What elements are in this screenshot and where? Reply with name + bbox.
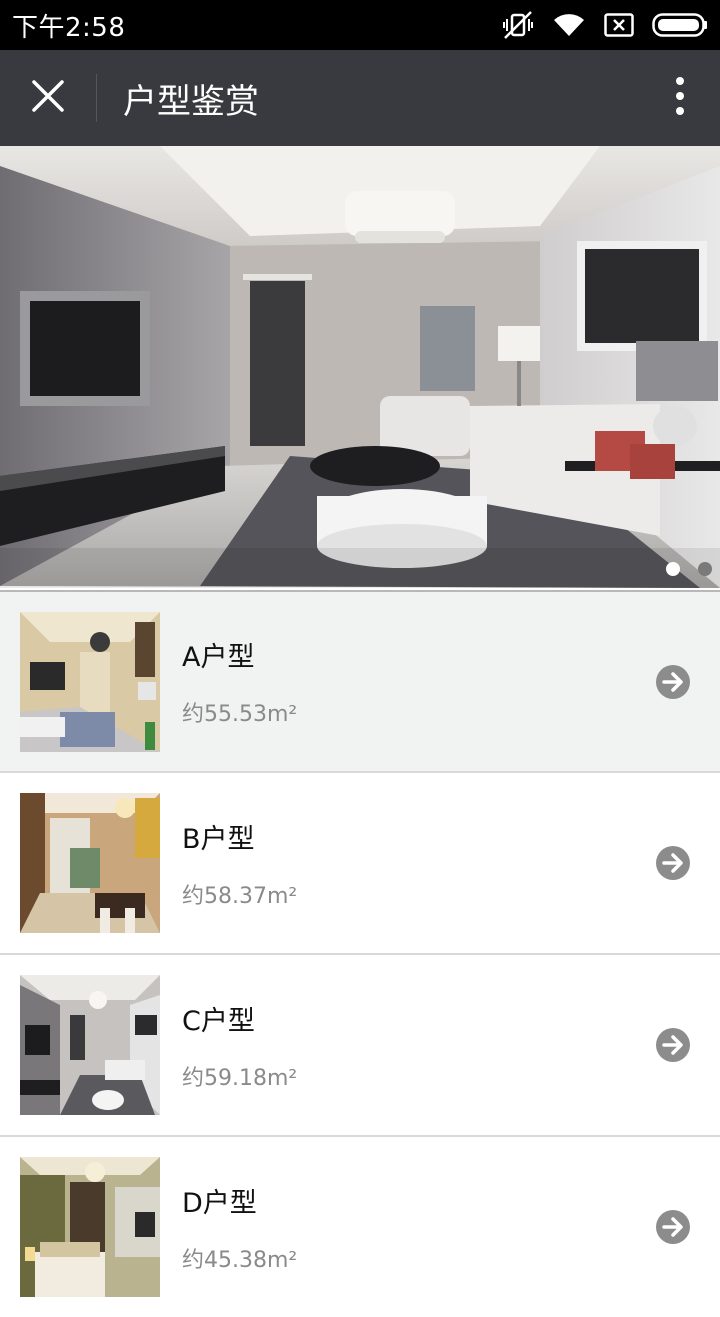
mute-vibrate-icon: [502, 10, 534, 40]
close-icon: [31, 79, 65, 117]
close-button[interactable]: [0, 50, 96, 146]
unit-area: 约45.38m²: [182, 1247, 298, 1273]
battery-icon: [652, 13, 708, 37]
unit-name: A户型: [182, 642, 255, 673]
wifi-icon: [552, 12, 586, 38]
arrow-right-circle-icon[interactable]: [655, 1027, 691, 1063]
unit-area: 约55.53m²: [182, 702, 298, 727]
title-bar: 户型鉴赏: [0, 50, 720, 146]
unit-d-thumbnail: [20, 1157, 160, 1297]
arrow-right-circle-icon[interactable]: [655, 664, 691, 700]
more-button[interactable]: [640, 50, 720, 146]
arrow-right-circle-icon[interactable]: [655, 845, 691, 881]
list-item-unit-d[interactable]: D户型 约45.38m²: [0, 1135, 720, 1317]
status-time: 下午2:58: [12, 12, 126, 43]
unit-area: 约59.18m²: [182, 1065, 298, 1091]
unit-list: A户型 约55.53m² B户型 约58.37m² C户型 约59.18m² D…: [0, 590, 720, 1317]
carousel-dot-active[interactable]: [666, 562, 680, 576]
carousel-indicator: [666, 562, 712, 576]
living-room-image: [0, 146, 720, 588]
unit-a-thumbnail: [20, 611, 160, 752]
list-item-unit-a[interactable]: A户型 约55.53m²: [0, 590, 720, 771]
status-bar: 下午2:58: [0, 0, 720, 50]
unit-c-thumbnail: [20, 975, 160, 1115]
unit-a-info: A户型 约55.53m²: [182, 635, 655, 728]
unit-name: C户型: [182, 1005, 255, 1037]
carousel-dot[interactable]: [698, 562, 712, 576]
title-divider: [96, 74, 97, 122]
hero-banner[interactable]: [0, 146, 720, 588]
unit-name: B户型: [182, 823, 255, 855]
sim-off-icon: [604, 13, 634, 37]
status-icons: [502, 10, 708, 40]
unit-name: D户型: [182, 1187, 257, 1219]
unit-d-info: D户型 约45.38m²: [182, 1181, 655, 1274]
more-vertical-icon: [675, 76, 685, 120]
page-title: 户型鉴赏: [123, 81, 259, 122]
arrow-right-circle-icon[interactable]: [655, 1209, 691, 1245]
unit-area: 约58.37m²: [182, 883, 298, 909]
unit-b-thumbnail: [20, 793, 160, 933]
list-item-unit-c[interactable]: C户型 约59.18m²: [0, 953, 720, 1135]
list-item-unit-b[interactable]: B户型 约58.37m²: [0, 771, 720, 953]
unit-b-info: B户型 约58.37m²: [182, 817, 655, 910]
unit-c-info: C户型 约59.18m²: [182, 999, 655, 1092]
